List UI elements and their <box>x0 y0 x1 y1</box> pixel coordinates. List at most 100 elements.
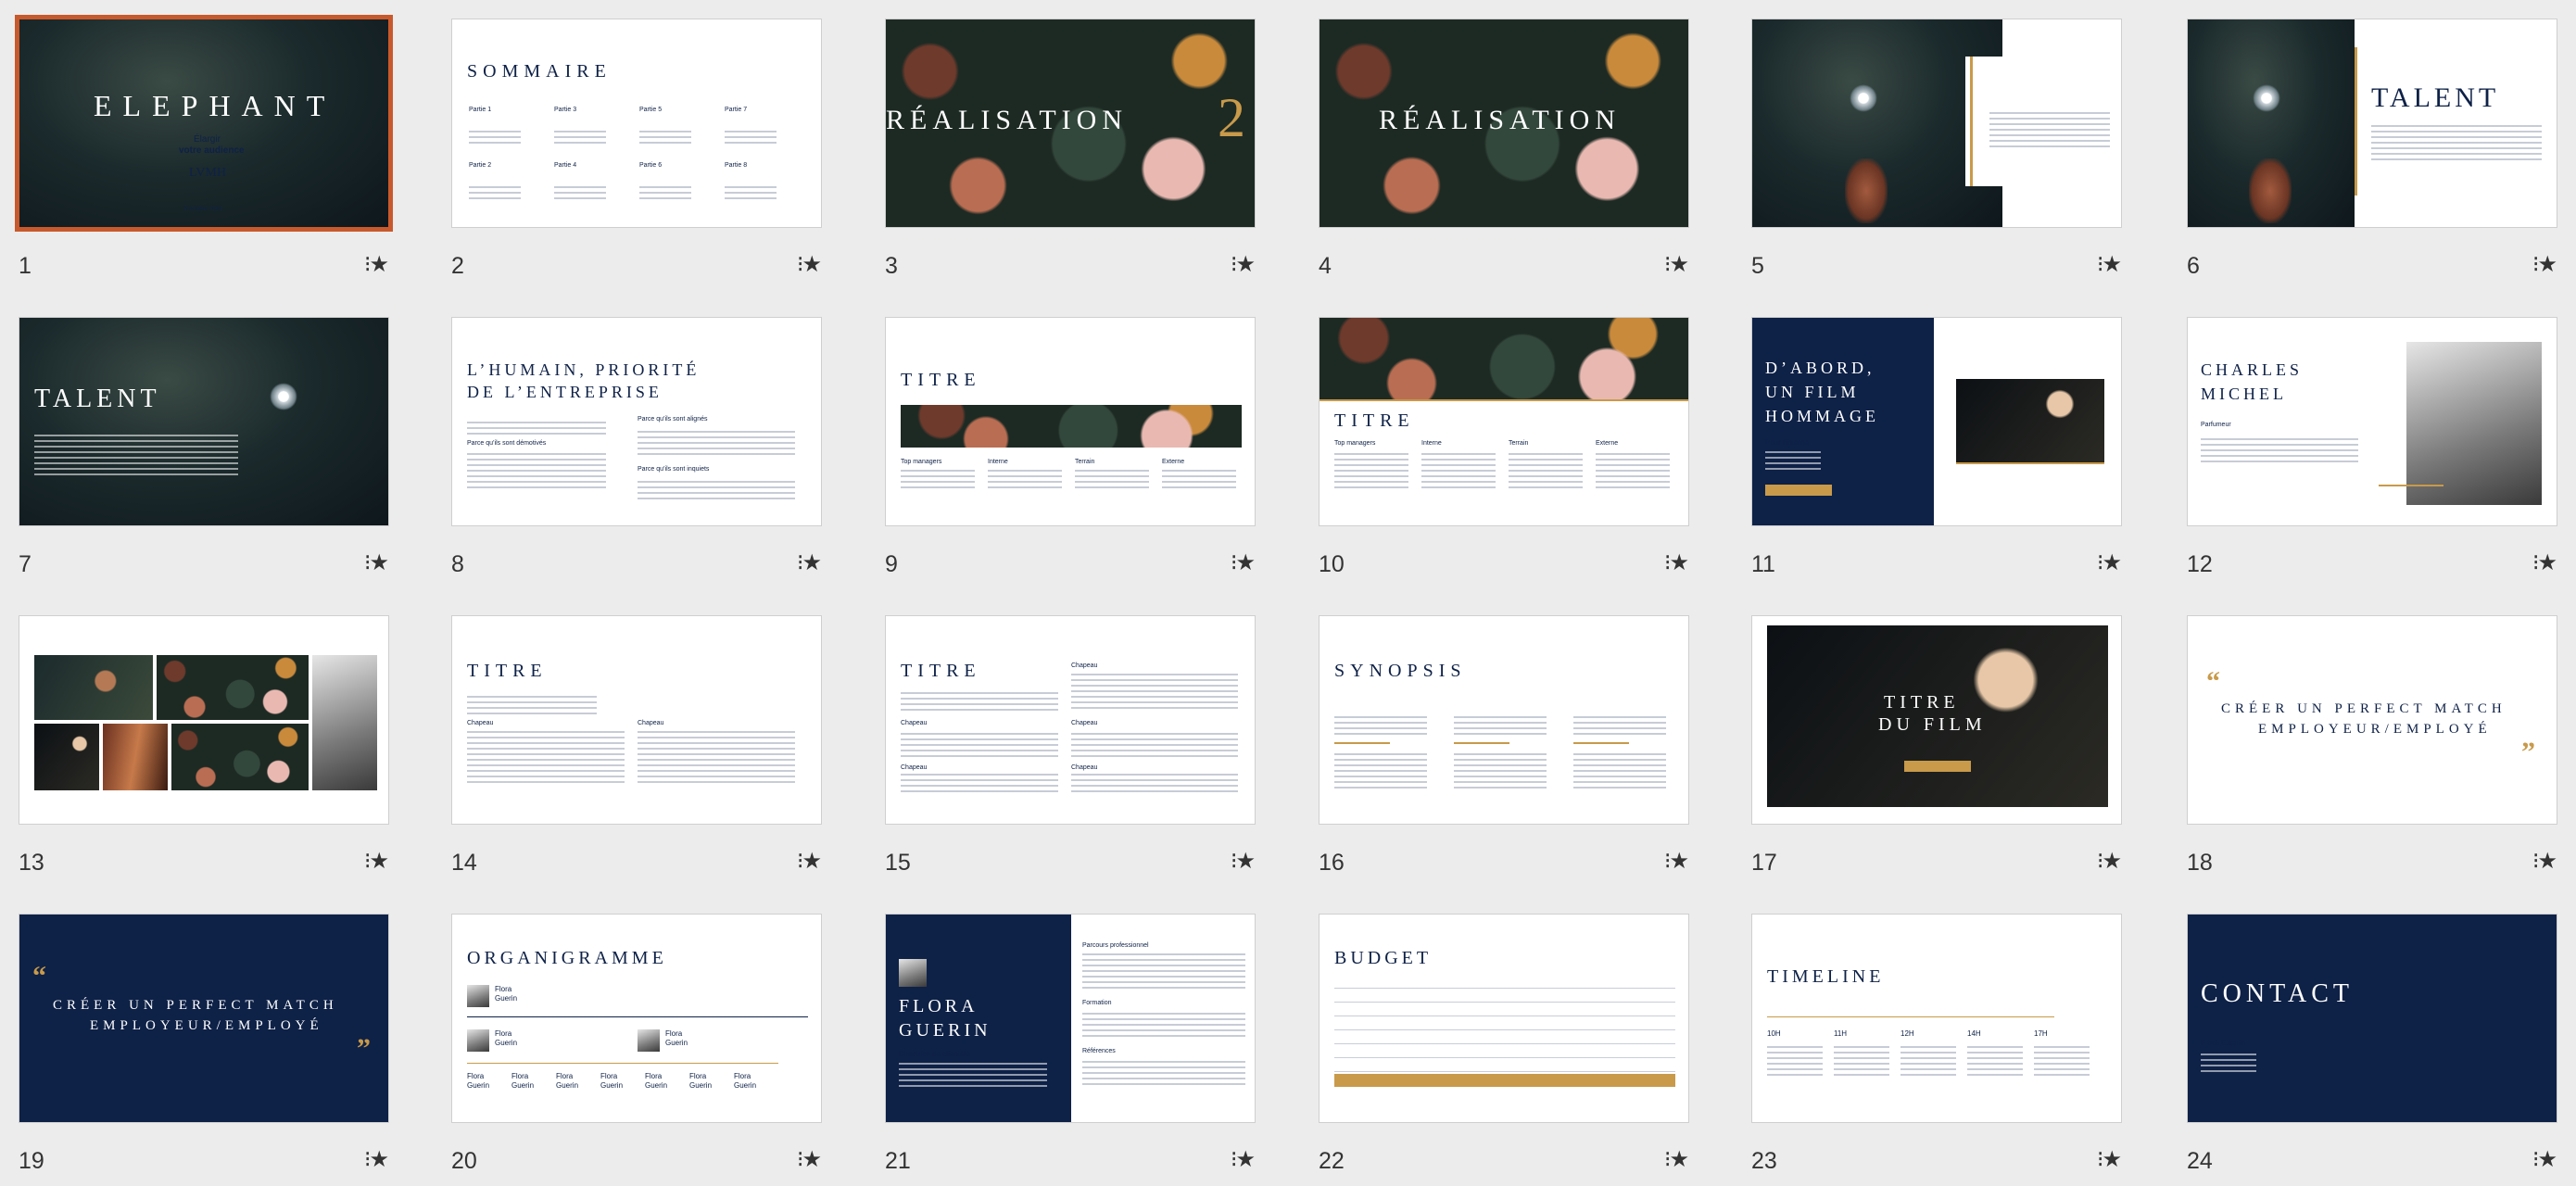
slide-thumbnail-13[interactable]: 13 ⁝★ <box>19 615 389 884</box>
transition-star-icon[interactable]: ⁝★ <box>2532 1146 2557 1173</box>
slide-title-line2: DE L’ENTREPRISE <box>467 383 663 401</box>
slide-number: 16 <box>1319 850 1345 876</box>
quote-line1: CRÉER UN PERFECT MATCH <box>53 998 338 1013</box>
slide-preview[interactable]: BUDGET <box>1319 914 1689 1123</box>
transition-star-icon[interactable]: ⁝★ <box>797 848 822 875</box>
transition-star-icon[interactable]: ⁝★ <box>2532 549 2557 576</box>
slide-thumbnail-14[interactable]: TITRE Chapeau Chapeau 14 ⁝★ <box>451 615 822 884</box>
org-name: Flora <box>556 1072 574 1080</box>
transition-star-icon[interactable]: ⁝★ <box>2097 1146 2122 1173</box>
transition-star-icon[interactable]: ⁝★ <box>1231 848 1256 875</box>
transition-star-icon[interactable]: ⁝★ <box>1231 549 1256 576</box>
slide-preview[interactable]: TITRE Top managers Interne Terrain Exter… <box>885 317 1256 526</box>
transition-star-icon[interactable]: ⁝★ <box>2532 848 2557 875</box>
slide-thumbnail-1[interactable]: ELEPHANT Élargir votre audience LVMH 8 o… <box>15 15 393 287</box>
slide-number: 14 <box>451 850 477 876</box>
transition-star-icon[interactable]: ⁝★ <box>364 848 389 875</box>
slide-thumbnail-11[interactable]: D’ABORD, UN FILM HOMMAGE Pour l'interne … <box>1751 317 2122 586</box>
slide-number: 11 <box>1751 551 1775 577</box>
transition-star-icon[interactable]: ⁝★ <box>1664 251 1689 278</box>
transition-star-icon[interactable]: ⁝★ <box>1664 848 1689 875</box>
slide-preview[interactable]: RÉALISATION 2 <box>885 19 1256 228</box>
slide-thumbnail-24[interactable]: CONTACT Flora Guerin 24 ⁝★ <box>2187 914 2557 1182</box>
slide-number: 24 <box>2187 1148 2213 1174</box>
transition-star-icon[interactable]: ⁝★ <box>364 1146 389 1173</box>
slide-preview[interactable]: D’ABORD, UN FILM HOMMAGE Pour l'interne <box>1751 317 2122 526</box>
slide-thumbnail-8[interactable]: L’HUMAIN, PRIORITÉ DE L’ENTREPRISE Parce… <box>451 317 822 586</box>
open-quote-icon: “ <box>2206 666 2220 697</box>
slide-preview[interactable]: CONTACT Flora Guerin <box>2187 914 2557 1123</box>
column-heading: Top managers <box>901 459 942 465</box>
slide-preview[interactable]: TIMELINE 10H 11H 12H 14H 17H <box>1751 914 2122 1123</box>
slide-thumbnail-23[interactable]: TIMELINE 10H 11H 12H 14H 17H 23 ⁝★ <box>1751 914 2122 1182</box>
transition-star-icon[interactable]: ⁝★ <box>2097 549 2122 576</box>
transition-star-icon[interactable]: ⁝★ <box>797 251 822 278</box>
org-name: Flora <box>467 1072 485 1080</box>
slide-number: 2 <box>451 253 464 279</box>
transition-star-icon[interactable]: ⁝★ <box>1231 251 1256 278</box>
transition-star-icon[interactable]: ⁝★ <box>1664 1146 1689 1173</box>
slide-thumbnail-7[interactable]: TALENT 7 ⁝★ <box>19 317 389 586</box>
slide-thumbnail-10[interactable]: TITRE Top managers Interne Terrain Exter… <box>1319 317 1689 586</box>
slide-preview[interactable]: ORGANIGRAMME Flora Guerin Flora Guerin F… <box>451 914 822 1123</box>
transition-star-icon[interactable]: ⁝★ <box>2532 251 2557 278</box>
slide-thumbnail-12[interactable]: CHARLES MICHEL Parfumeur 12 ⁝★ <box>2187 317 2557 586</box>
transition-star-icon[interactable]: ⁝★ <box>1231 1146 1256 1173</box>
section-heading: Parce qu’ils sont démotivés <box>467 440 547 447</box>
slide-thumbnail-15[interactable]: TITRE Chapeau Chapeau Chapeau Chapeau Ch… <box>885 615 1256 884</box>
slide-thumbnail-6[interactable]: TALENT 6 ⁝★ <box>2187 19 2557 287</box>
slide-preview[interactable]: L’HUMAIN, PRIORITÉ DE L’ENTREPRISE Parce… <box>451 317 822 526</box>
transition-star-icon[interactable]: ⁝★ <box>797 1146 822 1173</box>
slide-thumbnail-9[interactable]: TITRE Top managers Interne Terrain Exter… <box>885 317 1256 586</box>
org-name: Flora <box>645 1072 663 1080</box>
slide-thumbnail-16[interactable]: SYNOPSIS 16 ⁝★ <box>1319 615 1689 884</box>
slide-thumbnail-18[interactable]: “ CRÉER UN PERFECT MATCH EMPLOYEUR/EMPLO… <box>2187 615 2557 884</box>
transition-star-icon[interactable]: ⁝★ <box>797 549 822 576</box>
transition-star-icon[interactable]: ⁝★ <box>364 549 389 576</box>
slide-thumbnail-17[interactable]: TITRE DU FILM 17 ⁝★ <box>1751 615 2122 884</box>
slide-preview[interactable]: SYNOPSIS <box>1319 615 1689 825</box>
transition-star-icon[interactable]: ⁝★ <box>2097 848 2122 875</box>
slide-preview[interactable]: ELEPHANT Élargir votre audience LVMH 8 o… <box>15 15 393 232</box>
slide-preview[interactable]: RÉALISATION <box>1319 19 1689 228</box>
transition-star-icon[interactable]: ⁝★ <box>364 251 389 278</box>
slide-thumbnail-22[interactable]: BUDGET 22 ⁝★ <box>1319 914 1689 1182</box>
slide-preview[interactable]: SOMMAIRE Partie 1 Partie 3 Partie 5 Part… <box>451 19 822 228</box>
slide-title-line2: MICHEL <box>2201 385 2287 403</box>
timeline-tick: 12H <box>1900 1029 1914 1038</box>
slide-preview[interactable]: TITRE Top managers Interne Terrain Exter… <box>1319 317 1689 526</box>
slide-number: 8 <box>451 551 464 577</box>
slide-preview[interactable]: “ CRÉER UN PERFECT MATCH EMPLOYEUR/EMPLO… <box>19 914 389 1123</box>
slide-preview[interactable]: TITRE Chapeau Chapeau Chapeau Chapeau Ch… <box>885 615 1256 825</box>
slide-preview[interactable]: TITRE Chapeau Chapeau <box>451 615 822 825</box>
slide-thumbnail-21[interactable]: FLORA GUERIN Directrice de clientèle Par… <box>885 914 1256 1182</box>
subtitle-line2: votre audience <box>179 145 245 156</box>
slide-thumbnail-4[interactable]: RÉALISATION 4 ⁝★ <box>1319 19 1689 287</box>
play-button[interactable] <box>1765 485 1832 496</box>
slide-preview[interactable]: CHARLES MICHEL Parfumeur <box>2187 317 2557 526</box>
section-heading: Parce qu’ils sont inquiets <box>638 466 710 473</box>
slide-number: 18 <box>2187 850 2213 876</box>
slide-preview[interactable] <box>1751 19 2122 228</box>
slide-thumbnail-20[interactable]: ORGANIGRAMME Flora Guerin Flora Guerin F… <box>451 914 822 1182</box>
play-button[interactable] <box>1904 761 1971 772</box>
slide-date: 8 octobre 2023 <box>184 207 222 212</box>
timeline-tick: 17H <box>2034 1029 2048 1038</box>
slide-preview[interactable]: FLORA GUERIN Directrice de clientèle Par… <box>885 914 1256 1123</box>
slide-preview[interactable]: TITRE DU FILM <box>1751 615 2122 825</box>
slide-thumbnail-5[interactable]: 5 ⁝★ <box>1751 19 2122 287</box>
slide-thumbnail-3[interactable]: RÉALISATION 2 3 ⁝★ <box>885 19 1256 287</box>
subtitle: Parfumeur <box>2201 422 2231 428</box>
slide-preview[interactable]: TALENT <box>2187 19 2557 228</box>
slide-title-line1: TITRE <box>1884 692 1960 713</box>
slide-thumbnail-19[interactable]: “ CRÉER UN PERFECT MATCH EMPLOYEUR/EMPLO… <box>19 914 389 1182</box>
transition-star-icon[interactable]: ⁝★ <box>1664 549 1689 576</box>
slide-title: ORGANIGRAMME <box>467 948 667 968</box>
slide-preview[interactable] <box>19 615 389 825</box>
slide-preview[interactable]: TALENT <box>19 317 389 526</box>
slide-thumbnail-2[interactable]: SOMMAIRE Partie 1 Partie 3 Partie 5 Part… <box>451 19 822 287</box>
column-heading: Chapeau <box>901 764 928 771</box>
part-label: Partie 8 <box>725 162 748 169</box>
slide-preview[interactable]: “ CRÉER UN PERFECT MATCH EMPLOYEUR/EMPLO… <box>2187 615 2557 825</box>
transition-star-icon[interactable]: ⁝★ <box>2097 251 2122 278</box>
